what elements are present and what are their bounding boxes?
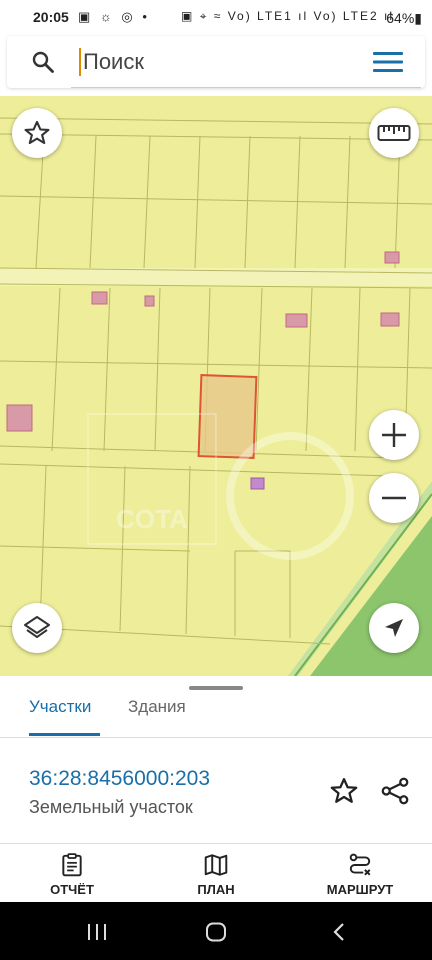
ruler-measure-button[interactable] bbox=[369, 108, 419, 158]
parcel-type: Земельный участок bbox=[29, 797, 193, 817]
tab-parcels[interactable]: Участки bbox=[29, 697, 91, 717]
search-underline bbox=[71, 87, 421, 88]
tab-buildings[interactable]: Здания bbox=[128, 697, 186, 717]
add-favorite-star-icon[interactable] bbox=[329, 776, 359, 806]
my-location-button[interactable] bbox=[369, 603, 419, 653]
active-tab-indicator bbox=[29, 733, 100, 736]
cadastral-map[interactable]: COTA bbox=[0, 96, 432, 676]
map-canvas[interactable]: COTA bbox=[0, 96, 432, 676]
route-icon bbox=[349, 853, 371, 876]
hamburger-menu-icon[interactable] bbox=[373, 51, 403, 73]
nav-plan[interactable]: ПЛАН bbox=[156, 852, 276, 897]
nav-report[interactable]: ОТЧЁТ bbox=[12, 852, 132, 897]
bottom-navigation: ОТЧЁТ ПЛАН МАРШРУТ bbox=[0, 843, 432, 903]
zoom-out-button[interactable] bbox=[369, 473, 419, 523]
info-sheet: Участки Здания 36:28:8456000:203 Земельн… bbox=[0, 676, 432, 844]
plus-icon bbox=[382, 423, 406, 447]
navigation-arrow-icon bbox=[385, 619, 403, 637]
cadastral-number[interactable]: 36:28:8456000:203 bbox=[29, 767, 210, 791]
search-input[interactable] bbox=[81, 44, 355, 80]
notification-icons: ▣ ☼ ◎ • bbox=[78, 9, 150, 24]
home-icon[interactable] bbox=[205, 922, 227, 942]
nav-report-label: ОТЧЁТ bbox=[50, 882, 94, 897]
status-bar: 20:05 ▣ ☼ ◎ • ▣ ⌖ ≈ Vo) LTE1 ıl Vo) LTE2… bbox=[0, 0, 432, 34]
minus-icon bbox=[382, 496, 406, 500]
recent-apps-icon[interactable] bbox=[86, 922, 108, 942]
system-navigation-bar bbox=[0, 902, 432, 960]
signal-icons: ▣ ⌖ ≈ Vo) LTE1 ıl Vo) LTE2 ıl bbox=[181, 9, 394, 23]
tabs-divider bbox=[0, 737, 432, 738]
map-plan-icon bbox=[204, 854, 228, 876]
svg-text:COTA: COTA bbox=[116, 504, 188, 534]
sheet-drag-handle[interactable] bbox=[189, 686, 243, 690]
report-icon bbox=[62, 853, 82, 877]
back-icon[interactable] bbox=[328, 922, 350, 942]
search-icon[interactable] bbox=[31, 50, 55, 74]
selected-parcel-outline bbox=[197, 374, 258, 459]
star-outline-icon bbox=[24, 120, 50, 145]
nav-route[interactable]: МАРШРУТ bbox=[300, 852, 420, 897]
zoom-in-button[interactable] bbox=[369, 410, 419, 460]
layers-button[interactable] bbox=[12, 603, 62, 653]
search-bar bbox=[7, 36, 425, 88]
nav-plan-label: ПЛАН bbox=[197, 882, 235, 897]
nav-route-label: МАРШРУТ bbox=[326, 882, 394, 897]
battery-indicator: 64%▮ bbox=[386, 10, 422, 26]
ruler-icon bbox=[377, 125, 411, 141]
favorites-button[interactable] bbox=[12, 108, 62, 158]
layers-icon bbox=[24, 616, 50, 638]
status-time: 20:05 bbox=[33, 9, 69, 25]
share-icon[interactable] bbox=[380, 776, 410, 806]
